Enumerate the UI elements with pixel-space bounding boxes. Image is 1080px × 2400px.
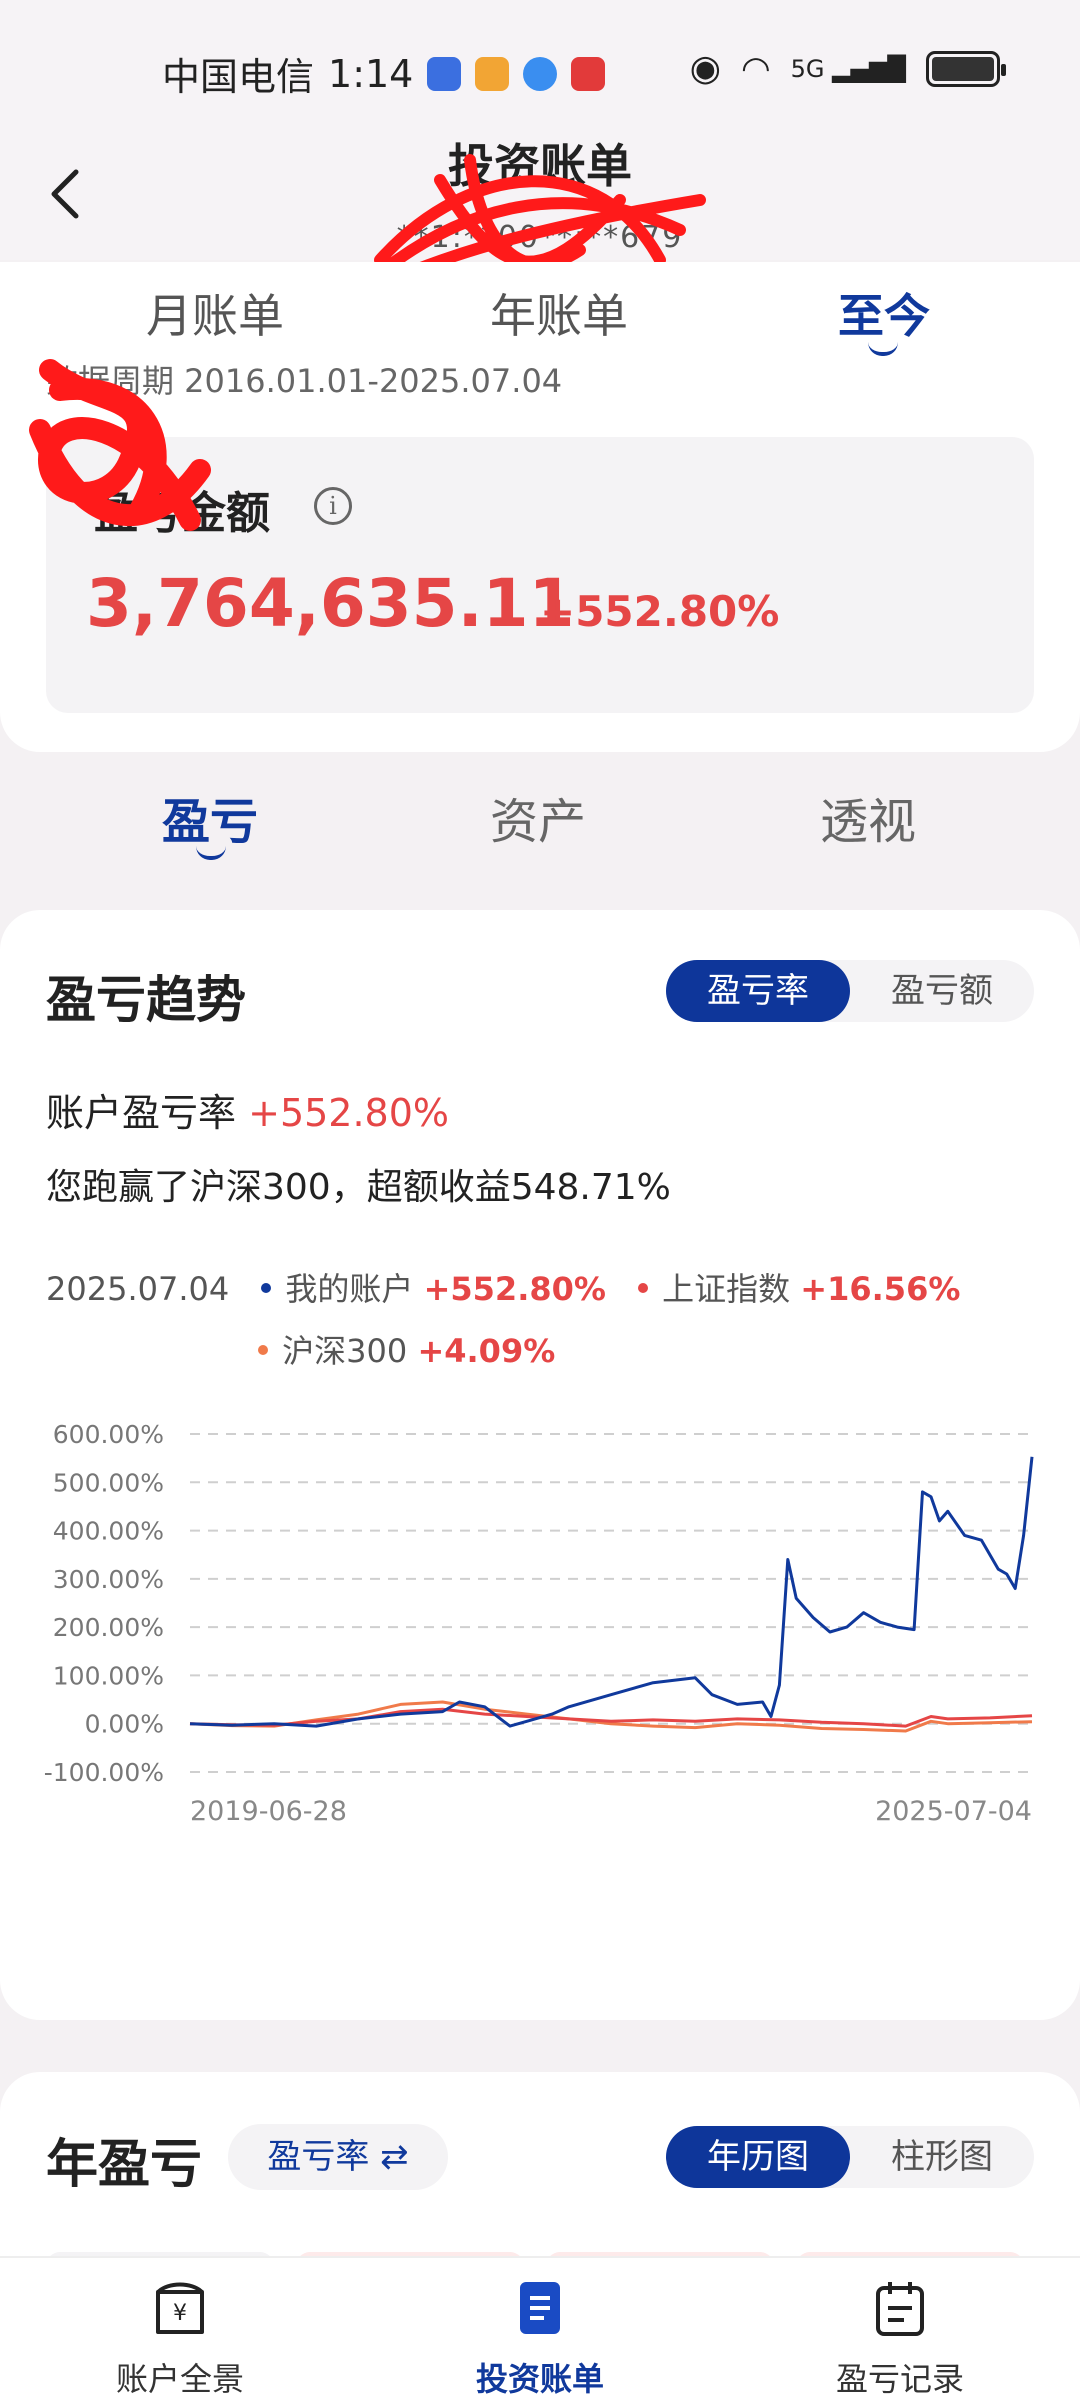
legend-dot-account	[261, 1283, 272, 1293]
pnl-box: 盈亏金额 i 3,764,635.11 +552.80%	[46, 437, 1034, 713]
period-tabs: 月账单 年账单 至今	[0, 280, 1080, 360]
nav-investment-bill[interactable]: 投资账单	[360, 2258, 720, 2400]
page-title: 投资账单	[448, 139, 632, 193]
tab-insight[interactable]: 透视	[820, 782, 916, 852]
y-tick-label: 500.00%	[53, 1468, 164, 1497]
rate-label: 账户盈亏率	[46, 1091, 237, 1135]
header: 投资账单 **1:**00**:**679	[0, 120, 1080, 316]
toggle-bar[interactable]: 柱形图	[850, 2126, 1034, 2188]
year-rate-toggle[interactable]: 盈亏率 ⇄	[228, 2124, 448, 2190]
baidu-icon	[427, 56, 462, 91]
summary-card: 月账单 年账单 至今 数据周期 2016.01.01-2025.07.04 盈亏…	[0, 262, 1080, 752]
signal-icon: 5G ▂▄▆█	[790, 54, 906, 83]
trend-card: 盈亏趋势 盈亏率 盈亏额 账户盈亏率 +552.80% 您跑赢了沪深300，超额…	[0, 910, 1080, 2020]
toggle-amount[interactable]: 盈亏额	[850, 960, 1034, 1022]
info-icon[interactable]: i	[314, 487, 352, 525]
pnl-percent: +552.80%	[540, 587, 780, 636]
series-line	[189, 1456, 1034, 1728]
status-bar: 中国电信 1:14 ◉ ◠ 5G ▂▄▆█	[0, 0, 1080, 120]
tab-pnl-label: 盈亏	[162, 794, 259, 850]
wifi-icon: ◠	[740, 48, 771, 89]
y-tick-label: 400.00%	[53, 1517, 164, 1546]
legend-value-account: +552.80%	[423, 1270, 606, 1308]
year-view-toggle: 年历图 柱形图	[666, 2126, 1034, 2188]
nav-label: 投资账单	[475, 2360, 604, 2398]
section-tabs: 盈亏 资产 透视	[0, 782, 1080, 872]
account-number: **1:**00**:**679	[396, 220, 684, 255]
tab-yearly[interactable]: 年账单	[490, 280, 628, 346]
carrier-label: 中国电信	[162, 55, 315, 99]
active-indicator	[868, 342, 898, 356]
legend-value-sse: +16.56%	[800, 1270, 961, 1308]
active-indicator	[196, 846, 226, 860]
toggle-calendar[interactable]: 年历图	[666, 2126, 850, 2188]
svg-text:¥: ¥	[173, 2301, 187, 2326]
legend-dot-csi300	[258, 1345, 269, 1355]
pnl-label: 盈亏金额	[94, 488, 270, 539]
y-tick-label: 100.00%	[53, 1661, 164, 1690]
y-tick-label: 600.00%	[53, 1420, 164, 1449]
trend-title: 盈亏趋势	[46, 971, 246, 1029]
nav-label: 盈亏记录	[835, 2360, 964, 2398]
bottom-nav: ¥ 账户全景 投资账单 盈亏记录	[0, 2256, 1080, 2400]
pinduoduo-icon	[571, 56, 606, 91]
legend-name-csi300: 沪深300	[282, 1332, 408, 1370]
clock: 1:14	[328, 51, 414, 96]
tab-to-date-label: 至今	[838, 289, 930, 343]
tab-assets-label: 资产	[490, 794, 587, 850]
tab-pnl[interactable]: 盈亏	[162, 782, 259, 860]
chart-legend: 2025.07.04 我的账户 +552.80% 上证指数 +16.56% 沪深…	[46, 1258, 1036, 1382]
rate-value: +552.80%	[248, 1091, 450, 1135]
tab-insight-label: 透视	[820, 794, 917, 850]
network-type: 5G	[790, 54, 825, 83]
bill-icon	[520, 2282, 560, 2334]
tab-to-date[interactable]: 至今	[838, 280, 930, 356]
y-tick-label: 0.00%	[85, 1710, 164, 1739]
y-tick-label: 200.00%	[53, 1613, 164, 1642]
trend-chart[interactable]: 600.00% 500.00% 400.00% 300.00% 200.00% 100.0…	[0, 1410, 1080, 1890]
tab-assets[interactable]: 资产	[490, 782, 586, 852]
nav-label: 账户全景	[115, 2360, 244, 2398]
battery-icon	[926, 50, 1006, 87]
calendar-icon	[876, 2282, 924, 2336]
trend-toggle: 盈亏率 盈亏额	[666, 960, 1034, 1022]
nav-account-overview[interactable]: ¥ 账户全景	[0, 2258, 360, 2400]
status-left: 中国电信 1:14	[162, 46, 606, 101]
tab-monthly-label: 月账单	[146, 289, 284, 343]
x-tick-label: 2025-07-04	[875, 1796, 1032, 1827]
browser-icon	[523, 56, 558, 91]
x-tick-label: 2019-06-28	[190, 1796, 347, 1827]
legend-value-csi300: +4.09%	[417, 1332, 556, 1370]
tab-monthly[interactable]: 月账单	[146, 280, 284, 346]
eye-icon: ◉	[689, 48, 721, 89]
status-right: ◉ ◠ 5G ▂▄▆█	[689, 48, 1006, 89]
y-tick-label: 300.00%	[53, 1565, 164, 1594]
cup-icon	[475, 56, 510, 91]
legend-date: 2025.07.04	[46, 1270, 230, 1308]
nav-pnl-record[interactable]: 盈亏记录	[720, 2258, 1080, 2400]
legend-name-sse: 上证指数	[662, 1270, 791, 1308]
pnl-amount: 3,764,635.11	[86, 565, 575, 642]
beat-text: 您跑赢了沪深300，超额收益548.71%	[46, 1167, 671, 1208]
data-period: 数据周期 2016.01.01-2025.07.04	[46, 362, 563, 400]
legend-name-account: 我的账户	[285, 1270, 414, 1308]
y-tick-label: -100.00%	[44, 1758, 164, 1787]
account-rate-line: 账户盈亏率 +552.80%	[46, 1082, 449, 1137]
legend-dot-sse	[638, 1283, 649, 1293]
year-title: 年盈亏	[46, 2135, 203, 2195]
toggle-rate[interactable]: 盈亏率	[666, 960, 850, 1022]
tab-yearly-label: 年账单	[490, 289, 628, 343]
wallet-icon: ¥	[156, 2282, 204, 2334]
